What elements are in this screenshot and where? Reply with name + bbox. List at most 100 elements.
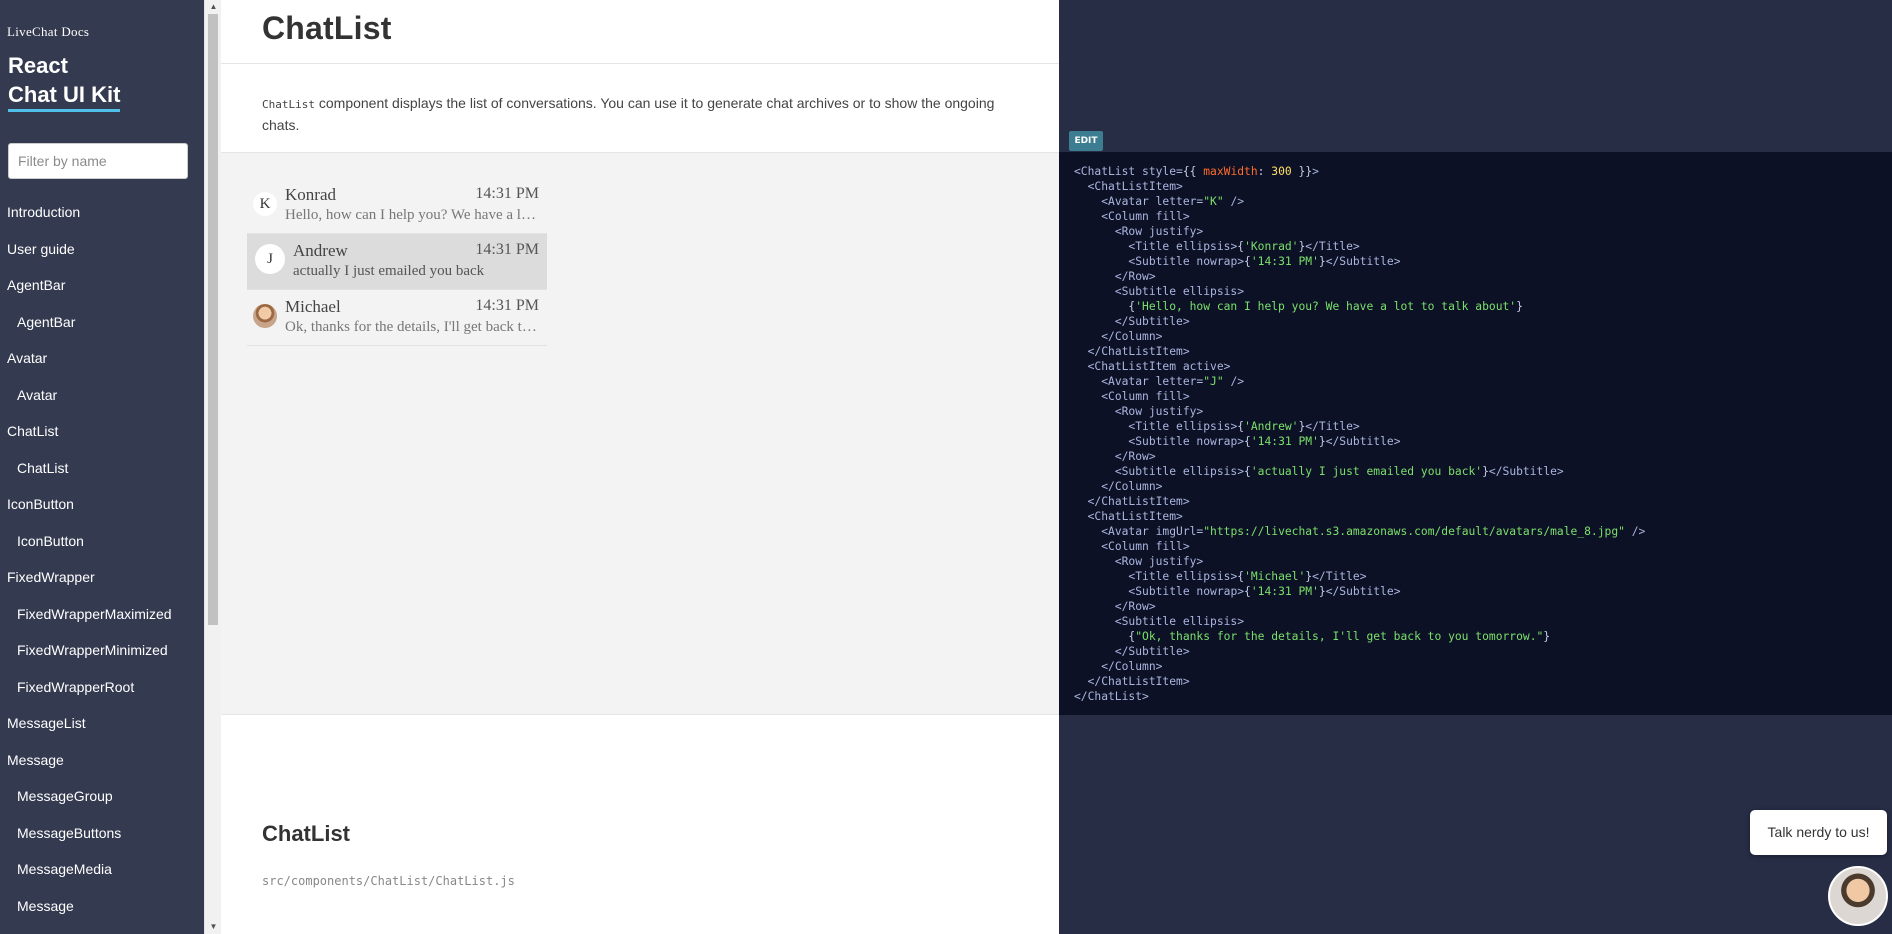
sidebar-item-avatar-sub[interactable]: Avatar (0, 379, 204, 416)
code-line: </Subtitle> (1074, 645, 1190, 658)
code-token: } (1543, 630, 1551, 643)
code-token: } (1482, 465, 1489, 478)
code-token: /> (1223, 375, 1245, 388)
code-token: </Subtitle> (1325, 255, 1401, 268)
sidebar-item-introduction[interactable]: Introduction (0, 196, 204, 233)
chat-widget-greeting[interactable]: Talk nerdy to us! (1750, 810, 1887, 855)
chat-list-item[interactable]: Michael 14:31 PM Ok, thanks for the detail… (247, 290, 547, 346)
chat-title: Michael (285, 297, 341, 316)
sidebar-item-iconbutton[interactable]: IconButton (0, 488, 204, 525)
sidebar-item-messagebuttons-sub[interactable]: MessageButtons (0, 817, 204, 854)
chat-time: 14:31 PM (475, 241, 539, 258)
code-token: </Subtitle> (1114, 645, 1190, 658)
chat-title: Konrad (285, 185, 336, 204)
brand-small[interactable]: LiveChat Docs (7, 24, 89, 40)
code-line: <ChatListItem> (1074, 510, 1183, 523)
sidebar-item-messagegroup-sub[interactable]: MessageGroup (0, 780, 204, 817)
code-token: <Avatar letter= (1101, 195, 1204, 208)
description-text: component displays the list of conversat… (262, 95, 995, 133)
code-line: </ChatList> (1074, 690, 1149, 703)
edit-button[interactable]: EDIT (1069, 131, 1103, 151)
avatar: J (255, 244, 285, 274)
sidebar-item-iconbutton-sub[interactable]: IconButton (0, 525, 204, 562)
code-line: </ChatListItem> (1074, 345, 1190, 358)
code-token: <Column fill> (1101, 540, 1190, 553)
code-token: </Column> (1101, 660, 1163, 673)
sidebar-item-message-sub[interactable]: Message (0, 890, 204, 927)
sidebar-item-agentbar-sub[interactable]: AgentBar (0, 306, 204, 343)
code-token: {{ (1182, 165, 1204, 178)
code-token: <Title ellipsis> (1128, 240, 1238, 253)
code-token: '14:31 PM' (1250, 255, 1319, 268)
sidebar-item-message[interactable]: Message (0, 744, 204, 781)
code-line: <Subtitle nowrap>{'14:31 PM'}</Subtitle> (1074, 255, 1401, 268)
code-token: } (1318, 435, 1326, 448)
description-code: ChatList (262, 98, 315, 111)
code-token: </Column> (1101, 330, 1163, 343)
code-line: <Row justify> (1074, 555, 1203, 568)
sidebar-item-chatlist[interactable]: ChatList (0, 415, 204, 452)
code-line: </Row> (1074, 600, 1156, 613)
chat-list-item[interactable]: J Andrew 14:31 PM actually I just emailed y… (247, 234, 547, 290)
code-token: { (1074, 630, 1136, 643)
code-token: 'Hello, how can I help you? We have a lo… (1135, 300, 1517, 313)
code-token: </Column> (1101, 480, 1163, 493)
chat-widget-agent-avatar[interactable] (1828, 866, 1888, 926)
code-token: </Subtitle> (1325, 435, 1401, 448)
scroll-down-arrow-icon[interactable]: ▼ (205, 920, 222, 934)
code-token: <Column fill> (1101, 390, 1190, 403)
chat-list-item[interactable]: K Konrad 14:31 PM Hello, how can I help you… (247, 178, 547, 234)
sidebar-item-agentbar[interactable]: AgentBar (0, 269, 204, 306)
sidebar-scrollbar[interactable]: ▲ ▼ (204, 0, 221, 934)
code-token: </Title> (1312, 570, 1367, 583)
sidebar-item-messagelist[interactable]: MessageList (0, 707, 204, 744)
code-token: { (1244, 435, 1251, 448)
code-token: { (1244, 465, 1251, 478)
code-token: <Row justify> (1114, 405, 1204, 418)
scroll-up-arrow-icon[interactable]: ▲ (205, 0, 222, 14)
sidebar-item-avatar[interactable]: Avatar (0, 342, 204, 379)
filter-input[interactable] (8, 143, 188, 179)
sidebar-item-fixedwrapper[interactable]: FixedWrapper (0, 561, 204, 598)
code-token: </Subtitle> (1325, 585, 1401, 598)
brand-line-2: Chat UI Kit (8, 80, 121, 112)
code-token: </ChatListItem> (1087, 675, 1190, 688)
sidebar-item-messagemedia-sub[interactable]: MessageMedia (0, 853, 204, 890)
code-line: <Column fill> (1074, 390, 1190, 403)
code-token: </Title> (1305, 420, 1360, 433)
code-token: /> (1624, 525, 1646, 538)
code-editor[interactable]: <ChatList style={{ maxWidth: 300 }}> <Ch… (1059, 152, 1892, 715)
code-token: maxWidth (1203, 165, 1258, 178)
code-line: <ChatListItem> (1074, 180, 1183, 193)
code-line: <Avatar letter="J" /> (1074, 375, 1244, 388)
code-token: <Subtitle nowrap> (1128, 435, 1245, 448)
code-token: <Subtitle ellipsis> (1114, 615, 1245, 628)
code-token: <Row justify> (1114, 225, 1204, 238)
code-token: : (1257, 165, 1272, 178)
brand-title[interactable]: React Chat UI Kit (8, 51, 121, 112)
scrollbar-thumb[interactable] (208, 14, 218, 625)
sidebar-item-chatlist-sub[interactable]: ChatList (0, 452, 204, 489)
code-token: <Title ellipsis> (1128, 420, 1238, 433)
sidebar-item-user guide[interactable]: User guide (0, 233, 204, 270)
code-token: > (1312, 165, 1319, 178)
sidebar-item-fixedwrappermaximized-sub[interactable]: FixedWrapperMaximized (0, 598, 204, 635)
sidebar-item-fixedwrapperroot-sub[interactable]: FixedWrapperRoot (0, 671, 204, 708)
sidebar-item-fixedwrapperminimized-sub[interactable]: FixedWrapperMinimized (0, 634, 204, 671)
code-token: }} (1291, 165, 1313, 178)
